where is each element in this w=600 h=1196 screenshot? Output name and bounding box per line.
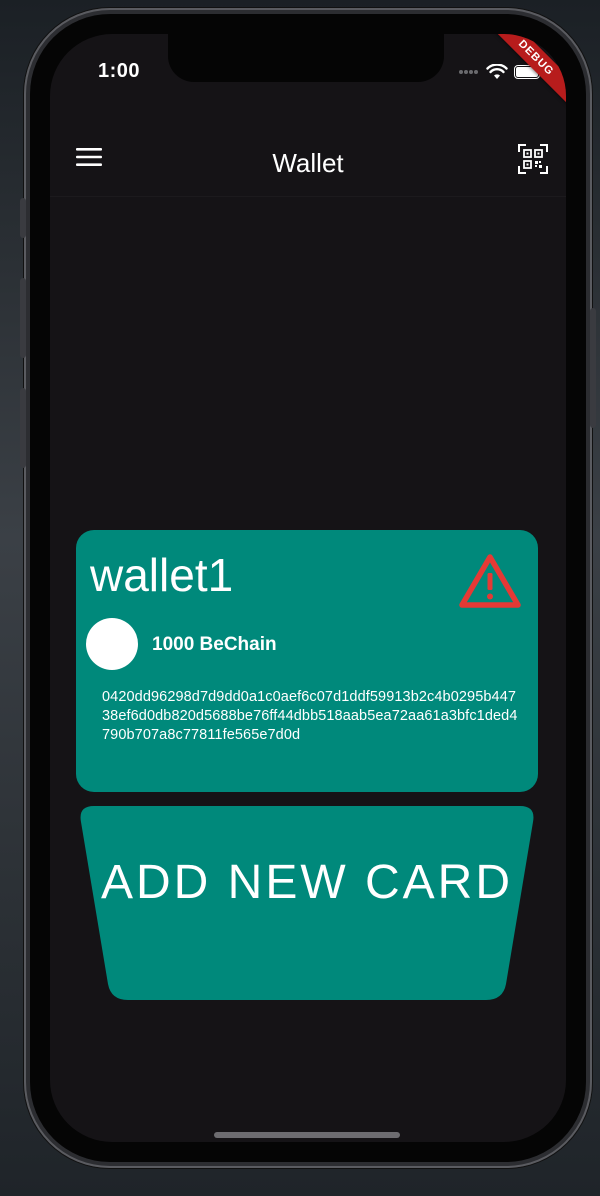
status-time: 1:00 — [98, 60, 141, 82]
wallet-card[interactable]: wallet1 1000 BeChain 0420dd96298d7d9dd0a… — [76, 530, 538, 792]
power-button — [590, 308, 596, 428]
signal-icon — [459, 70, 478, 74]
qr-scan-icon[interactable] — [518, 144, 548, 174]
wallet-name: wallet1 — [90, 549, 234, 601]
wallet-balance: 1000 BeChain — [152, 634, 277, 655]
warning-icon[interactable] — [458, 552, 522, 610]
notch — [168, 34, 444, 82]
app-screen: 1:00 DEBUG Wallet wallet1 1000 BeChain 0… — [50, 34, 566, 1142]
mute-switch — [20, 198, 26, 238]
home-indicator[interactable] — [214, 1132, 400, 1138]
volume-down-button — [20, 388, 26, 468]
phone-bezel: 1:00 DEBUG Wallet wallet1 1000 BeChain 0… — [30, 14, 586, 1162]
app-bar: Wallet — [50, 116, 566, 197]
add-new-card-label: ADD NEW CARD — [100, 856, 513, 909]
add-new-card-button[interactable]: ADD NEW CARD — [80, 806, 534, 1002]
volume-up-button — [20, 278, 26, 358]
wifi-icon — [486, 64, 508, 79]
phone-frame: 1:00 DEBUG Wallet wallet1 1000 BeChain 0… — [20, 8, 596, 1168]
coin-avatar — [86, 618, 138, 670]
page-title: Wallet — [272, 148, 344, 178]
wallet-address: 0420dd96298d7d9dd0a1c0aef6c07d1ddf59913b… — [102, 689, 518, 743]
